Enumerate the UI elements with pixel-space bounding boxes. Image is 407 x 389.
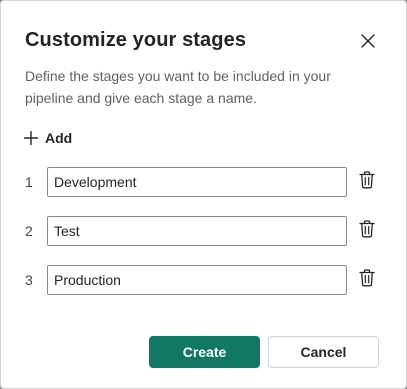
delete-stage-button[interactable] [357, 219, 377, 243]
stage-name-input[interactable] [47, 167, 347, 197]
stage-number: 2 [25, 223, 33, 239]
add-stage-button[interactable]: Add [23, 127, 72, 149]
create-button[interactable]: Create [149, 336, 260, 368]
plus-icon [23, 130, 39, 146]
stage-name-input[interactable] [47, 216, 347, 246]
add-stage-label: Add [45, 130, 73, 146]
delete-stage-button[interactable] [357, 268, 377, 292]
stage-number: 3 [25, 272, 33, 288]
stage-number: 1 [25, 174, 33, 190]
trash-icon [359, 268, 375, 292]
close-button[interactable] [357, 32, 379, 54]
dialog-description: Define the stages you want to be include… [25, 68, 331, 106]
stage-row: 3 [1, 265, 406, 297]
trash-icon [359, 219, 375, 243]
cancel-button[interactable]: Cancel [268, 336, 379, 368]
dialog-title: Customize your stages [25, 29, 247, 51]
stage-row: 1 [1, 167, 406, 199]
trash-icon [359, 170, 375, 194]
close-icon [361, 33, 375, 53]
stage-row: 2 [1, 216, 406, 248]
stage-name-input[interactable] [47, 265, 347, 295]
delete-stage-button[interactable] [357, 170, 377, 194]
customize-stages-dialog: Customize your stages Define the stages … [0, 0, 407, 389]
